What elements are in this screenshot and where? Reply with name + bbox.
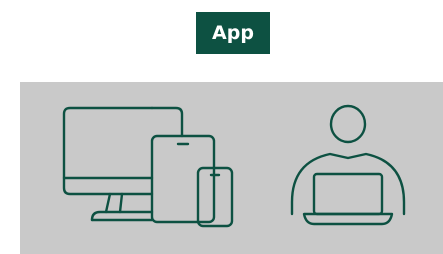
illustration-panel: [20, 82, 443, 254]
app-badge-label: App: [212, 22, 254, 44]
user-laptop-icon: [290, 104, 406, 226]
devices-icon: [62, 106, 234, 228]
app-badge: App: [196, 12, 270, 54]
